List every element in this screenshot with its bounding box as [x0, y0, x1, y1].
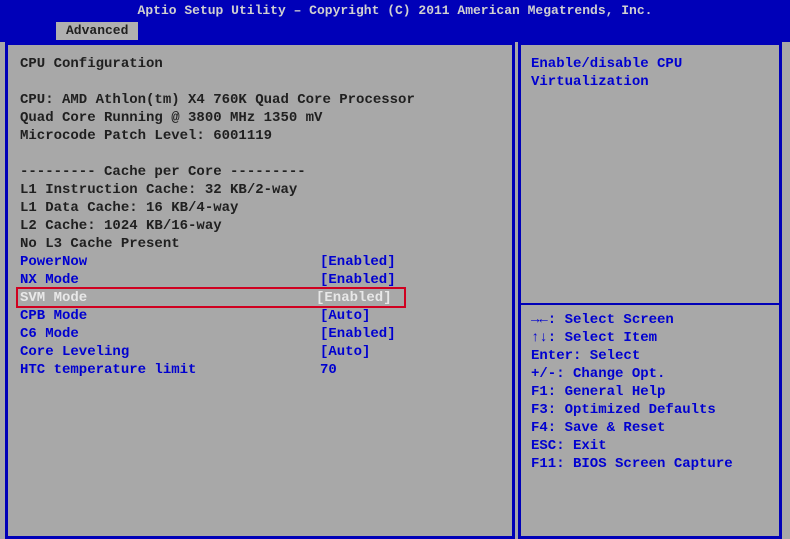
option-value: [Auto]: [320, 343, 370, 361]
main-area: CPU Configuration CPU: AMD Athlon(tm) X4…: [0, 42, 790, 539]
option-label: NX Mode: [20, 271, 320, 289]
key-hint: F1: General Help: [531, 383, 771, 401]
option-label: Core Leveling: [20, 343, 320, 361]
option-htc-limit[interactable]: HTC temperature limit 70: [20, 361, 504, 379]
tab-advanced[interactable]: Advanced: [56, 22, 138, 40]
key-hint: →←: Select Screen: [531, 311, 771, 329]
cache-line: L1 Instruction Cache: 32 KB/2-way: [20, 181, 504, 199]
title-bar: Aptio Setup Utility – Copyright (C) 2011…: [0, 0, 790, 22]
cache-header: --------- Cache per Core ---------: [20, 163, 504, 181]
option-cpb-mode[interactable]: CPB Mode [Auto]: [20, 307, 504, 325]
cache-line: L1 Data Cache: 16 KB/4-way: [20, 199, 504, 217]
option-value: [Enabled]: [320, 325, 396, 343]
right-panel: Enable/disable CPU Virtualization →←: Se…: [518, 42, 782, 539]
option-value: 70: [320, 361, 337, 379]
option-powernow[interactable]: PowerNow [Enabled]: [20, 253, 504, 271]
key-hint: F3: Optimized Defaults: [531, 401, 771, 419]
option-label: C6 Mode: [20, 325, 320, 343]
option-label: CPB Mode: [20, 307, 320, 325]
cache-line: L2 Cache: 1024 KB/16-way: [20, 217, 504, 235]
left-panel: CPU Configuration CPU: AMD Athlon(tm) X4…: [5, 42, 515, 539]
option-value: [Auto]: [320, 307, 370, 325]
key-hint: Enter: Select: [531, 347, 771, 365]
tab-bar: Advanced: [0, 22, 790, 42]
option-nx-mode[interactable]: NX Mode [Enabled]: [20, 271, 504, 289]
option-svm-mode[interactable]: SVM Mode [Enabled]: [20, 289, 504, 307]
cpu-info-line: Quad Core Running @ 3800 MHz 1350 mV: [20, 109, 504, 127]
option-label: SVM Mode: [20, 289, 316, 307]
cpu-info-line: CPU: AMD Athlon(tm) X4 760K Quad Core Pr…: [20, 91, 504, 109]
option-core-leveling[interactable]: Core Leveling [Auto]: [20, 343, 504, 361]
option-value: [Enabled]: [316, 289, 392, 307]
cache-line: No L3 Cache Present: [20, 235, 504, 253]
key-hint: F4: Save & Reset: [531, 419, 771, 437]
help-text: Enable/disable CPU: [531, 55, 771, 73]
option-c6-mode[interactable]: C6 Mode [Enabled]: [20, 325, 504, 343]
key-hint: F11: BIOS Screen Capture: [531, 455, 771, 473]
help-text: Virtualization: [531, 73, 771, 91]
divider: [521, 303, 781, 305]
option-label: PowerNow: [20, 253, 320, 271]
key-hint: ↑↓: Select Item: [531, 329, 771, 347]
key-hint: ESC: Exit: [531, 437, 771, 455]
cpu-info-line: Microcode Patch Level: 6001119: [20, 127, 504, 145]
key-hint: +/-: Change Opt.: [531, 365, 771, 383]
option-label: HTC temperature limit: [20, 361, 320, 379]
option-value: [Enabled]: [320, 271, 396, 289]
section-header: CPU Configuration: [20, 55, 504, 73]
option-value: [Enabled]: [320, 253, 396, 271]
